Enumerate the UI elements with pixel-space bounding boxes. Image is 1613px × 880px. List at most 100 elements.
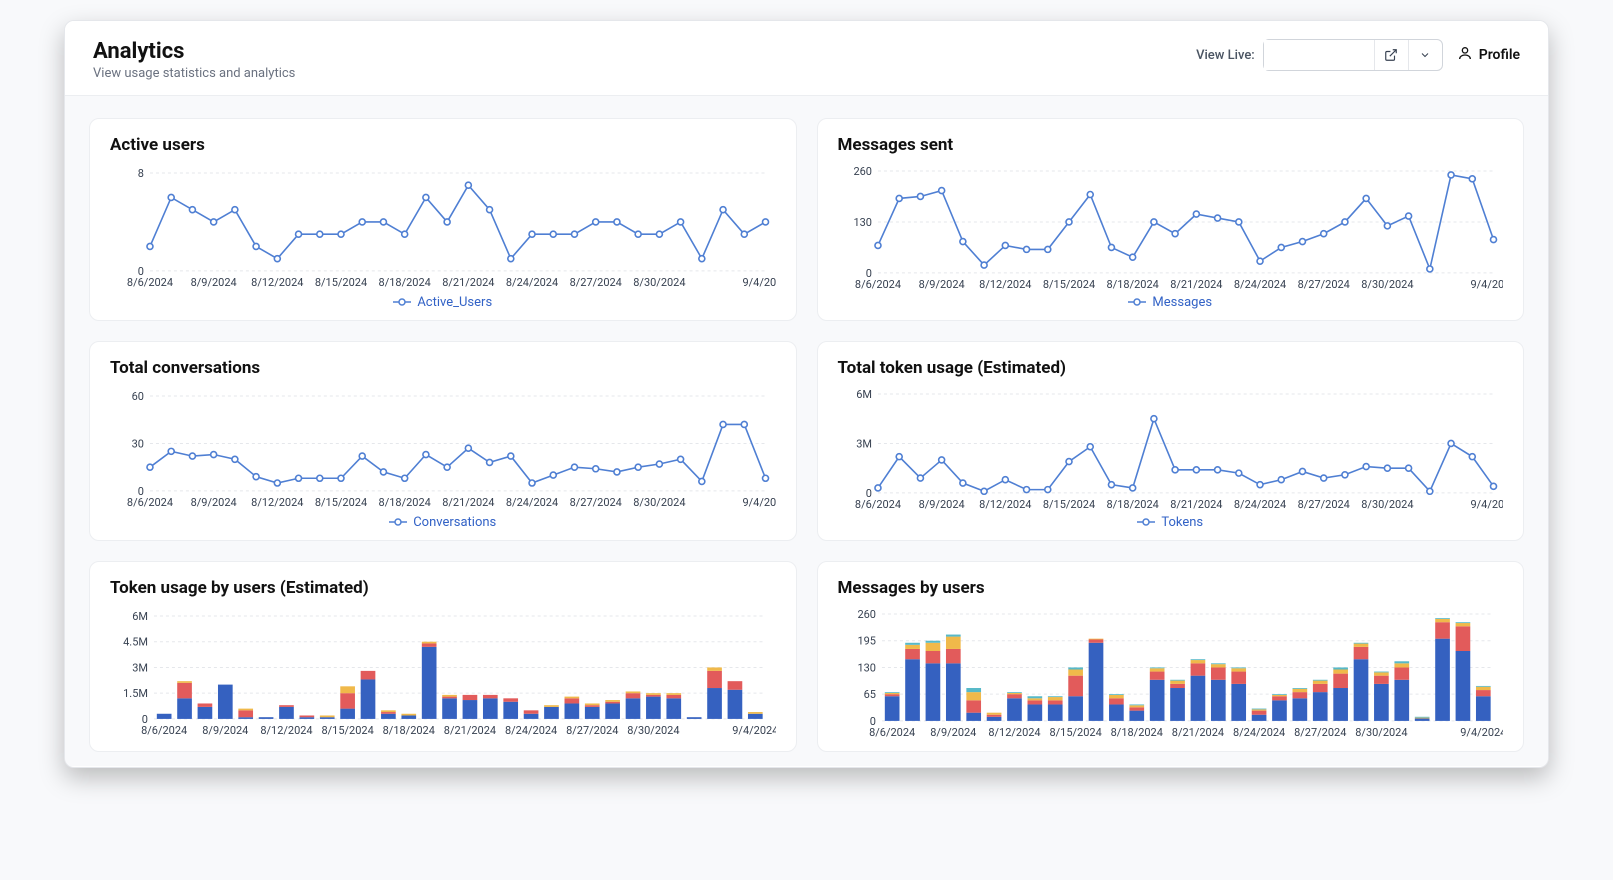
header-titles: Analytics View usage statistics and anal… bbox=[93, 39, 295, 81]
svg-text:8/18/2024: 8/18/2024 bbox=[1110, 726, 1162, 739]
svg-text:8/9/2024: 8/9/2024 bbox=[191, 276, 237, 289]
analytics-page: Analytics View usage statistics and anal… bbox=[64, 20, 1549, 768]
svg-text:30: 30 bbox=[132, 437, 144, 450]
svg-text:8/6/2024: 8/6/2024 bbox=[854, 498, 900, 511]
svg-text:9/4/2024: 9/4/2024 bbox=[1460, 726, 1503, 739]
chart-messages-by-users: 0651301952608/6/20248/9/20248/12/20248/1… bbox=[838, 604, 1504, 741]
svg-text:8/15/2024: 8/15/2024 bbox=[315, 496, 367, 509]
open-external-icon[interactable] bbox=[1374, 40, 1408, 70]
svg-text:8/24/2024: 8/24/2024 bbox=[506, 496, 558, 509]
svg-text:8/27/2024: 8/27/2024 bbox=[1297, 498, 1349, 511]
svg-text:8/30/2024: 8/30/2024 bbox=[633, 496, 685, 509]
svg-text:8/27/2024: 8/27/2024 bbox=[566, 724, 618, 737]
svg-text:8/12/2024: 8/12/2024 bbox=[260, 724, 312, 737]
svg-text:8/21/2024: 8/21/2024 bbox=[444, 724, 496, 737]
svg-text:195: 195 bbox=[857, 634, 876, 647]
svg-text:8/6/2024: 8/6/2024 bbox=[869, 726, 915, 739]
svg-text:260: 260 bbox=[853, 165, 872, 178]
svg-text:8/9/2024: 8/9/2024 bbox=[202, 724, 248, 737]
svg-text:8/9/2024: 8/9/2024 bbox=[918, 498, 964, 511]
svg-text:8/24/2024: 8/24/2024 bbox=[505, 724, 557, 737]
chart-active-users: 088/6/20248/9/20248/12/20248/15/20248/18… bbox=[110, 161, 776, 293]
svg-text:8/27/2024: 8/27/2024 bbox=[1297, 278, 1349, 291]
legend-messages-sent[interactable]: Messages bbox=[838, 295, 1504, 310]
svg-text:8/15/2024: 8/15/2024 bbox=[315, 276, 367, 289]
svg-text:8/21/2024: 8/21/2024 bbox=[442, 496, 494, 509]
svg-text:9/4/2024: 9/4/2024 bbox=[742, 496, 775, 509]
profile-label: Profile bbox=[1479, 47, 1520, 63]
svg-text:8/6/2024: 8/6/2024 bbox=[127, 496, 173, 509]
legend-marker-icon bbox=[389, 517, 407, 527]
card-title: Total conversations bbox=[110, 358, 776, 378]
svg-text:8/15/2024: 8/15/2024 bbox=[1042, 498, 1094, 511]
legend-total-tokens[interactable]: Tokens bbox=[838, 515, 1504, 530]
svg-text:8/30/2024: 8/30/2024 bbox=[1361, 498, 1413, 511]
svg-text:8/18/2024: 8/18/2024 bbox=[1106, 498, 1158, 511]
svg-text:8/27/2024: 8/27/2024 bbox=[570, 276, 622, 289]
svg-text:9/4/2024: 9/4/2024 bbox=[1470, 498, 1503, 511]
svg-text:8/6/2024: 8/6/2024 bbox=[127, 276, 173, 289]
svg-text:8/18/2024: 8/18/2024 bbox=[1106, 278, 1158, 291]
chart-total-conversations: 030608/6/20248/9/20248/12/20248/15/20248… bbox=[110, 384, 776, 513]
profile-button[interactable]: Profile bbox=[1457, 45, 1520, 65]
svg-text:8/12/2024: 8/12/2024 bbox=[988, 726, 1040, 739]
svg-text:8: 8 bbox=[138, 167, 144, 180]
chart-messages-sent: 01302608/6/20248/9/20248/12/20248/15/202… bbox=[838, 161, 1504, 293]
card-title: Messages sent bbox=[838, 135, 1504, 155]
chart-tokens-by-users: 01.5M3M4.5M6M8/6/20248/9/20248/12/20248/… bbox=[110, 604, 776, 741]
view-live-input[interactable] bbox=[1264, 40, 1374, 70]
svg-text:65: 65 bbox=[863, 688, 875, 701]
svg-text:8/15/2024: 8/15/2024 bbox=[1042, 278, 1094, 291]
chevron-down-icon[interactable] bbox=[1408, 40, 1442, 70]
svg-text:8/18/2024: 8/18/2024 bbox=[379, 276, 431, 289]
legend-label: Tokens bbox=[1161, 515, 1203, 530]
svg-text:8/24/2024: 8/24/2024 bbox=[506, 276, 558, 289]
svg-text:130: 130 bbox=[857, 661, 876, 674]
svg-text:8/24/2024: 8/24/2024 bbox=[1232, 726, 1284, 739]
svg-text:8/30/2024: 8/30/2024 bbox=[633, 276, 685, 289]
svg-text:4.5M: 4.5M bbox=[123, 635, 148, 648]
svg-text:8/6/2024: 8/6/2024 bbox=[854, 278, 900, 291]
header-actions: View Live: Profile bbox=[1196, 39, 1520, 71]
content-area: Active users 088/6/20248/9/20248/12/2024… bbox=[65, 96, 1548, 766]
svg-text:6M: 6M bbox=[132, 610, 148, 623]
svg-text:8/24/2024: 8/24/2024 bbox=[1233, 498, 1285, 511]
svg-text:8/27/2024: 8/27/2024 bbox=[1294, 726, 1346, 739]
svg-text:8/18/2024: 8/18/2024 bbox=[379, 496, 431, 509]
svg-text:8/18/2024: 8/18/2024 bbox=[383, 724, 435, 737]
legend-active-users[interactable]: Active_Users bbox=[110, 295, 776, 310]
legend-label: Messages bbox=[1152, 295, 1212, 310]
svg-text:60: 60 bbox=[132, 390, 144, 403]
svg-text:8/12/2024: 8/12/2024 bbox=[251, 496, 303, 509]
svg-text:8/21/2024: 8/21/2024 bbox=[1171, 726, 1223, 739]
card-title: Active users bbox=[110, 135, 776, 155]
page-header: Analytics View usage statistics and anal… bbox=[65, 21, 1548, 96]
card-messages-by-users: Messages by users 0651301952608/6/20248/… bbox=[817, 561, 1525, 752]
svg-text:9/4/2024: 9/4/2024 bbox=[732, 724, 775, 737]
svg-text:8/27/2024: 8/27/2024 bbox=[570, 496, 622, 509]
svg-text:8/21/2024: 8/21/2024 bbox=[1170, 278, 1222, 291]
svg-text:9/4/2024: 9/4/2024 bbox=[742, 276, 775, 289]
view-live-select[interactable] bbox=[1263, 39, 1443, 71]
svg-text:8/9/2024: 8/9/2024 bbox=[191, 496, 237, 509]
svg-text:8/15/2024: 8/15/2024 bbox=[321, 724, 373, 737]
user-icon bbox=[1457, 45, 1473, 65]
card-title: Token usage by users (Estimated) bbox=[110, 578, 776, 598]
card-title: Messages by users bbox=[838, 578, 1504, 598]
svg-text:8/30/2024: 8/30/2024 bbox=[627, 724, 679, 737]
legend-marker-icon bbox=[393, 297, 411, 307]
chart-grid: Active users 088/6/20248/9/20248/12/2024… bbox=[89, 118, 1524, 744]
legend-marker-icon bbox=[1128, 297, 1146, 307]
svg-text:8/30/2024: 8/30/2024 bbox=[1361, 278, 1413, 291]
svg-text:130: 130 bbox=[853, 216, 872, 229]
card-title: Total token usage (Estimated) bbox=[838, 358, 1504, 378]
page-subtitle: View usage statistics and analytics bbox=[93, 66, 295, 81]
card-messages-sent: Messages sent 01302608/6/20248/9/20248/1… bbox=[817, 118, 1525, 321]
svg-text:260: 260 bbox=[857, 608, 876, 621]
svg-text:8/30/2024: 8/30/2024 bbox=[1355, 726, 1407, 739]
svg-text:8/21/2024: 8/21/2024 bbox=[1170, 498, 1222, 511]
svg-text:6M: 6M bbox=[856, 388, 872, 401]
page-title: Analytics bbox=[93, 39, 295, 64]
svg-text:8/21/2024: 8/21/2024 bbox=[442, 276, 494, 289]
legend-total-conversations[interactable]: Conversations bbox=[110, 515, 776, 530]
